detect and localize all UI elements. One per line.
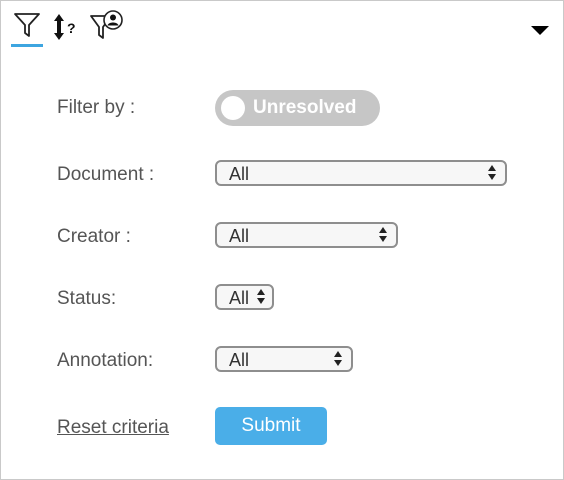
sort-question-mark: ? (67, 20, 76, 36)
creator-select-value: All (229, 226, 250, 246)
submit-button[interactable]: Submit (215, 407, 327, 445)
user-filter-icon (90, 10, 123, 39)
updown-arrows-icon (256, 289, 266, 305)
updown-arrows-icon (487, 165, 497, 181)
active-tab-indicator (11, 44, 43, 47)
filter-panel: ? Filter by : Unresolved Document : All … (0, 0, 564, 480)
filter-by-label: Filter by : (57, 97, 136, 118)
toolbar: ? (1, 1, 563, 49)
status-select-value: All (229, 288, 250, 308)
toggle-knob (221, 96, 245, 120)
annotation-label: Annotation: (57, 350, 154, 371)
caret-down-icon[interactable] (531, 26, 549, 35)
reset-criteria-link[interactable]: Reset criteria (57, 417, 169, 439)
document-select[interactable]: All (215, 160, 507, 186)
toggle-label: Unresolved (253, 97, 357, 118)
tab-user-filter[interactable] (89, 10, 125, 49)
tab-filter[interactable] (11, 11, 43, 47)
sort-icon: ? (54, 14, 76, 40)
tab-sort[interactable]: ? (51, 11, 81, 48)
annotation-select-value: All (229, 350, 250, 370)
status-label: Status: (57, 288, 117, 309)
filter-icon (14, 13, 40, 37)
annotation-select[interactable]: All (215, 346, 353, 372)
unresolved-toggle[interactable]: Unresolved (215, 90, 380, 126)
status-select[interactable]: All (215, 284, 274, 310)
updown-arrows-icon (378, 227, 388, 243)
document-select-value: All (229, 164, 250, 184)
document-label: Document : (57, 164, 155, 185)
creator-label: Creator : (57, 226, 131, 247)
updown-arrows-icon (333, 351, 343, 367)
creator-select[interactable]: All (215, 222, 398, 248)
